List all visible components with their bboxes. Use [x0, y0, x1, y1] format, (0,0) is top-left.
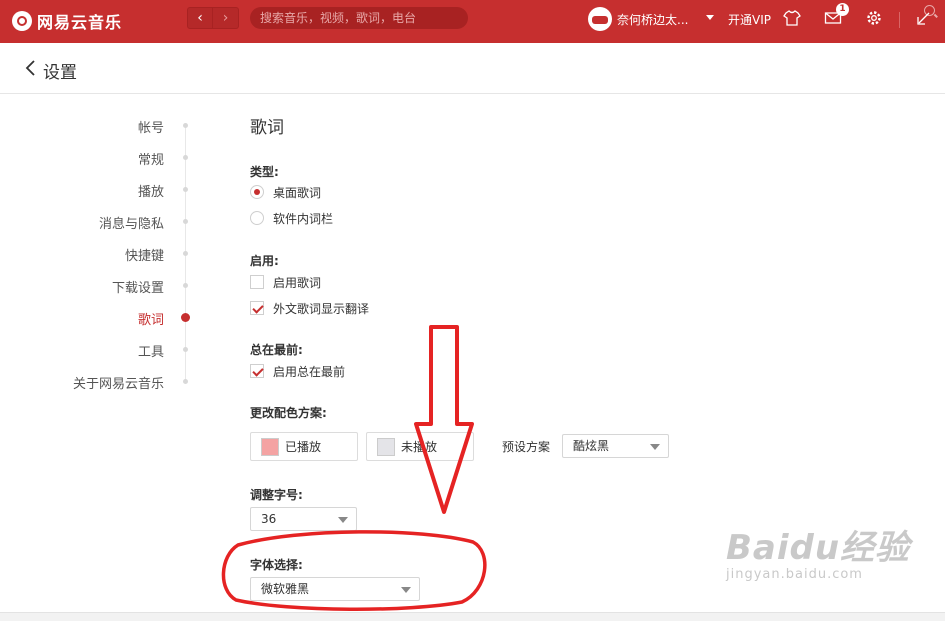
font-family-label: 字体选择:	[250, 558, 303, 572]
sidebar-item[interactable]: 常规	[138, 149, 164, 168]
nav-dot	[183, 219, 188, 224]
sidebar-item[interactable]: 歌词	[138, 309, 164, 328]
sidebar-item[interactable]: 帐号	[138, 117, 164, 136]
font-family-value: 微软雅黑	[261, 582, 310, 596]
played-color-button[interactable]: 已播放	[250, 432, 358, 461]
radio-button[interactable]	[250, 211, 264, 225]
nav-dot	[183, 379, 188, 384]
checkbox-label: 启用歌词	[273, 275, 322, 290]
unplayed-color-button[interactable]: 未播放	[366, 432, 474, 461]
forward-arrow-icon[interactable]: ›	[213, 7, 239, 29]
radio-label: 软件内词栏	[273, 211, 334, 226]
nav-dot	[183, 251, 188, 256]
mini-mode-icon[interactable]	[914, 9, 934, 31]
font-size-value: 36	[261, 512, 277, 526]
checkbox-enable-lyrics[interactable]: 启用歌词	[250, 274, 321, 290]
unplayed-label: 未播放	[401, 440, 438, 454]
checkbox-always-on-top[interactable]: 启用总在最前	[250, 363, 345, 379]
radio-desktop-lyrics[interactable]: 桌面歌词	[250, 184, 321, 200]
sidebar-item[interactable]: 快捷键	[125, 245, 164, 264]
annotation-arrow	[414, 325, 474, 514]
title-bar: 网易云音乐 ‹ › 搜索音乐，视频，歌词，电台 奈何桥边太... 开通VIP 1	[0, 0, 945, 43]
checkbox[interactable]	[250, 364, 264, 378]
page-title: 设置	[43, 63, 77, 83]
divider	[899, 12, 900, 28]
mail-badge: 1	[836, 3, 849, 16]
color-swatch	[377, 437, 395, 456]
chevron-down-icon	[650, 444, 660, 450]
radio-button[interactable]	[250, 185, 264, 199]
app-logo[interactable]: 网易云音乐	[12, 7, 122, 35]
sidebar-item[interactable]: 下载设置	[112, 277, 164, 296]
back-arrow-icon[interactable]: ‹	[187, 7, 213, 29]
history-nav: ‹ ›	[187, 7, 240, 29]
sidebar-item[interactable]: 消息与隐私	[99, 213, 164, 232]
chevron-down-icon	[401, 587, 411, 593]
sidebar-item[interactable]: 工具	[138, 341, 164, 360]
nav-dot	[183, 283, 188, 288]
shirt-skin-icon[interactable]	[782, 9, 802, 31]
gear-icon[interactable]	[864, 9, 884, 31]
app-name: 网易云音乐	[37, 13, 123, 32]
avatar[interactable]	[588, 7, 612, 31]
nav-active-dot	[181, 313, 190, 322]
checkbox[interactable]	[250, 301, 264, 315]
bottom-bar	[0, 612, 945, 621]
nav-dot	[183, 187, 188, 192]
radio-label: 桌面歌词	[273, 185, 322, 200]
page-header: 设置	[0, 43, 945, 94]
font-size-select[interactable]: 36	[250, 507, 357, 531]
search-input[interactable]: 搜索音乐，视频，歌词，电台	[250, 7, 468, 29]
back-icon[interactable]	[24, 59, 36, 81]
preset-label: 预设方案	[502, 440, 551, 454]
checkbox-label: 外文歌词显示翻译	[273, 301, 370, 316]
nav-dot	[183, 155, 188, 160]
checkbox-translate[interactable]: 外文歌词显示翻译	[250, 300, 369, 316]
checkbox[interactable]	[250, 275, 264, 289]
chevron-down-icon[interactable]	[706, 15, 714, 20]
username[interactable]: 奈何桥边太...	[617, 11, 688, 28]
section-title: 歌词	[250, 118, 284, 138]
enable-label: 启用:	[250, 254, 279, 268]
type-label: 类型:	[250, 165, 279, 179]
watermark-logo: Baidu经验	[726, 528, 911, 568]
color-scheme-label: 更改配色方案:	[250, 406, 327, 420]
radio-inapp-lyrics[interactable]: 软件内词栏	[250, 210, 333, 226]
vip-button[interactable]: 开通VIP	[728, 11, 771, 28]
netease-music-icon	[12, 11, 32, 31]
watermark: Baidu经验 jingyan.baidu.com	[726, 520, 910, 582]
sidebar-item[interactable]: 播放	[138, 181, 164, 200]
nav-dot	[183, 347, 188, 352]
nav-dot	[183, 123, 188, 128]
always-on-top-label: 总在最前:	[250, 343, 303, 357]
watermark-url: jingyan.baidu.com	[726, 567, 863, 582]
chevron-down-icon	[338, 517, 348, 523]
preset-select[interactable]: 酷炫黑	[562, 434, 669, 458]
sidebar-item[interactable]: 关于网易云音乐	[73, 373, 164, 392]
checkbox-label: 启用总在最前	[273, 364, 346, 379]
font-size-label: 调整字号:	[250, 488, 303, 502]
color-swatch	[261, 437, 279, 456]
played-label: 已播放	[285, 440, 322, 454]
font-family-select[interactable]: 微软雅黑	[250, 577, 420, 601]
preset-value: 酷炫黑	[573, 439, 610, 453]
